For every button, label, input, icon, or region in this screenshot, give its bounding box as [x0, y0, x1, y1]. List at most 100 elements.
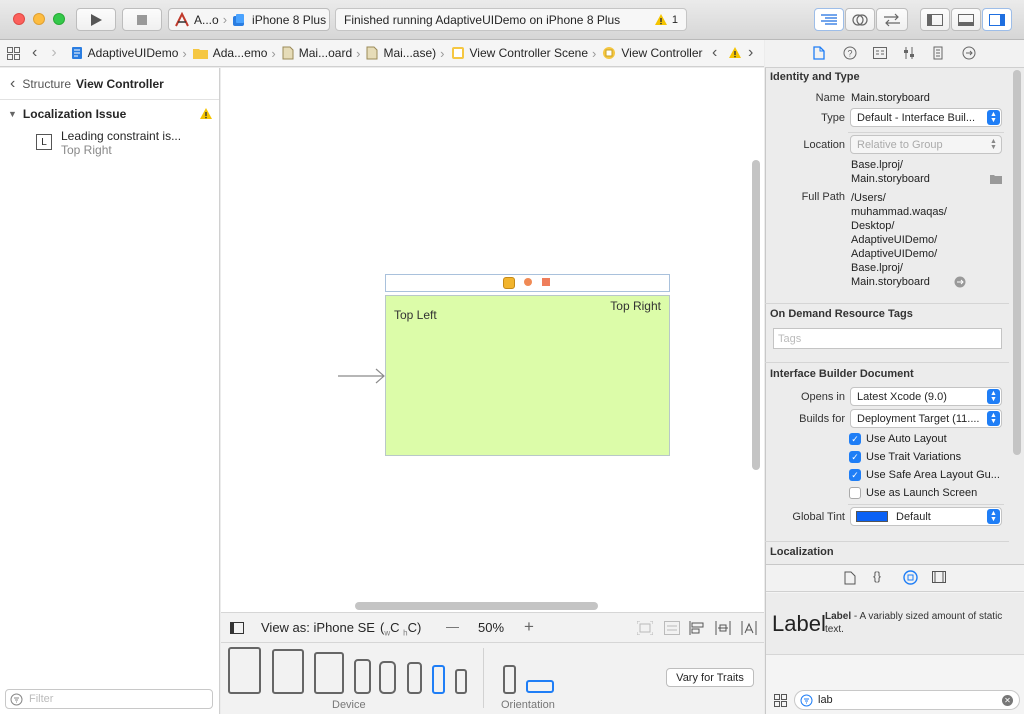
breadcrumb[interactable]: View Controller Scene: [447, 46, 588, 60]
embed-in-stack-icon[interactable]: [664, 621, 680, 635]
divider: [765, 303, 1009, 304]
tags-field[interactable]: Tags: [773, 328, 1002, 349]
inspector-scrollbar[interactable]: [1013, 70, 1021, 455]
filter-field[interactable]: Filter: [5, 689, 213, 709]
attributes-inspector-icon[interactable]: [903, 46, 915, 60]
chevron-right-icon: ›: [592, 45, 597, 61]
ipad-pro-10-device-icon[interactable]: [272, 649, 304, 694]
vary-for-traits-button[interactable]: Vary for Traits: [666, 668, 754, 687]
destination-name: iPhone 8 Plus: [252, 12, 327, 27]
divider: [848, 504, 1004, 505]
next-issue-icon[interactable]: ›: [748, 44, 753, 62]
scheme-selector[interactable]: A...o › iPhone 8 Plus: [168, 8, 330, 31]
use-auto-layout-checkbox[interactable]: ✓: [849, 433, 861, 445]
opens-in-popup[interactable]: Latest Xcode (9.0) ▲ ▼: [850, 387, 1002, 406]
back-arrow-icon[interactable]: ‹: [32, 44, 37, 62]
add-constraints-icon[interactable]: [715, 621, 731, 635]
global-tint-popup[interactable]: Default ▲ ▼: [850, 507, 1002, 526]
use-as-launch-screen-checkbox[interactable]: [849, 487, 861, 499]
assistant-editor-button[interactable]: [845, 8, 875, 31]
first-responder-dock-icon[interactable]: [524, 278, 532, 286]
top-left-label[interactable]: Top Left: [394, 308, 437, 322]
grid-view-icon[interactable]: [774, 694, 787, 707]
file-inspector-icon[interactable]: [813, 46, 825, 60]
navigator-header: ‹ Structure View Controller: [0, 68, 219, 100]
toggle-debug-area-button[interactable]: [951, 8, 981, 31]
iphone-x-device-icon[interactable]: [379, 661, 396, 694]
use-trait-variations-checkbox[interactable]: ✓: [849, 451, 861, 463]
location-popup[interactable]: Relative to Group ▲ ▼: [850, 135, 1002, 154]
quick-help-icon[interactable]: ?: [843, 46, 857, 60]
iphone-se-device-icon[interactable]: [432, 665, 445, 694]
document-outline-toggle-icon[interactable]: [230, 622, 244, 634]
disclosure-triangle-icon[interactable]: ▼: [8, 109, 17, 119]
zoom-window-button[interactable]: [53, 13, 65, 25]
standard-editor-button[interactable]: [814, 8, 844, 31]
stop-button[interactable]: [122, 8, 162, 31]
reveal-folder-icon[interactable]: [990, 174, 1002, 184]
related-items-icon[interactable]: [7, 46, 20, 60]
clear-search-icon[interactable]: ✕: [1002, 695, 1013, 706]
breadcrumb[interactable]: Ada...emo: [189, 46, 267, 60]
warning-badge[interactable]: 1: [654, 13, 678, 26]
zoom-in-button[interactable]: +: [524, 617, 534, 637]
breadcrumb[interactable]: Mai...oard: [278, 46, 352, 60]
breadcrumb[interactable]: View Controller: [598, 46, 703, 60]
storyboard-canvas[interactable]: Top Left Top Right: [221, 68, 764, 612]
iphone-8-device-icon[interactable]: [407, 662, 422, 694]
run-button[interactable]: [76, 8, 116, 31]
inspector-tabs: ?: [765, 40, 1024, 68]
resolve-issues-icon[interactable]: [741, 621, 757, 635]
issue-group-row[interactable]: ▼ Localization Issue: [8, 106, 213, 122]
chevron-right-icon: ›: [182, 45, 187, 61]
use-safe-area-checkbox[interactable]: ✓: [849, 469, 861, 481]
back-arrow-icon[interactable]: ‹: [10, 75, 15, 93]
vertical-scrollbar[interactable]: [752, 160, 760, 470]
reveal-in-finder-icon[interactable]: [954, 276, 966, 288]
issue-title: Leading constraint is...: [61, 129, 182, 143]
version-editor-button[interactable]: [876, 8, 908, 31]
global-tint-label: Global Tint: [792, 511, 845, 523]
horizontal-scrollbar[interactable]: [355, 602, 598, 610]
structure-back-link[interactable]: Structure: [22, 77, 71, 91]
close-window-button[interactable]: [13, 13, 25, 25]
media-library-icon[interactable]: [932, 571, 946, 583]
iphone-4s-device-icon[interactable]: [455, 669, 467, 694]
size-inspector-icon[interactable]: [933, 46, 943, 60]
update-frames-icon[interactable]: [637, 621, 653, 635]
location-path-line: Base.lproj/: [851, 159, 903, 171]
builds-for-popup[interactable]: Deployment Target (11.... ▲ ▼: [850, 409, 1002, 428]
toggle-navigator-button[interactable]: [920, 8, 950, 31]
type-popup[interactable]: Default - Interface Buil... ▲ ▼: [850, 108, 1002, 127]
iphone-plus-device-icon[interactable]: [354, 659, 371, 694]
portrait-orientation-icon[interactable]: [503, 665, 516, 694]
view-controller-view[interactable]: Top Left Top Right: [385, 295, 670, 456]
window-toolbar: A...o › iPhone 8 Plus Finished running A…: [0, 0, 1024, 40]
landscape-orientation-icon[interactable]: [526, 680, 554, 693]
identity-inspector-icon[interactable]: [873, 47, 887, 59]
align-icon[interactable]: [689, 621, 705, 635]
top-right-label[interactable]: Top Right: [610, 299, 661, 313]
breadcrumb[interactable]: Mai...ase): [362, 46, 436, 60]
code-snippet-library-icon[interactable]: {}: [873, 569, 881, 583]
breadcrumb[interactable]: AdaptiveUIDemo: [67, 46, 178, 60]
minimize-window-button[interactable]: [33, 13, 45, 25]
warning-icon[interactable]: [728, 46, 742, 59]
device-configuration-bar: Device Orientation Vary for Traits: [221, 643, 764, 714]
library-search-field[interactable]: lab ✕: [794, 690, 1020, 710]
ipad-pro-12-device-icon[interactable]: [228, 647, 261, 694]
previous-issue-icon[interactable]: ‹: [712, 44, 717, 62]
zoom-out-button[interactable]: —: [446, 619, 459, 634]
view-as-device[interactable]: View as: iPhone SE: [261, 620, 375, 635]
toggle-utilities-button[interactable]: [982, 8, 1012, 31]
library-item[interactable]: Label Label - A variably sized amount of…: [766, 593, 1024, 655]
view-controller-dock-icon[interactable]: [503, 277, 515, 289]
file-template-library-icon[interactable]: [844, 571, 856, 585]
object-library-icon[interactable]: [903, 570, 918, 585]
forward-arrow-icon[interactable]: ›: [51, 44, 56, 62]
exit-dock-icon[interactable]: [542, 278, 550, 286]
connections-inspector-icon[interactable]: [962, 46, 976, 60]
scene-dock[interactable]: [385, 274, 670, 292]
issue-row[interactable]: L Leading constraint is... Top Right: [36, 128, 216, 160]
ipad-device-icon[interactable]: [314, 652, 344, 694]
